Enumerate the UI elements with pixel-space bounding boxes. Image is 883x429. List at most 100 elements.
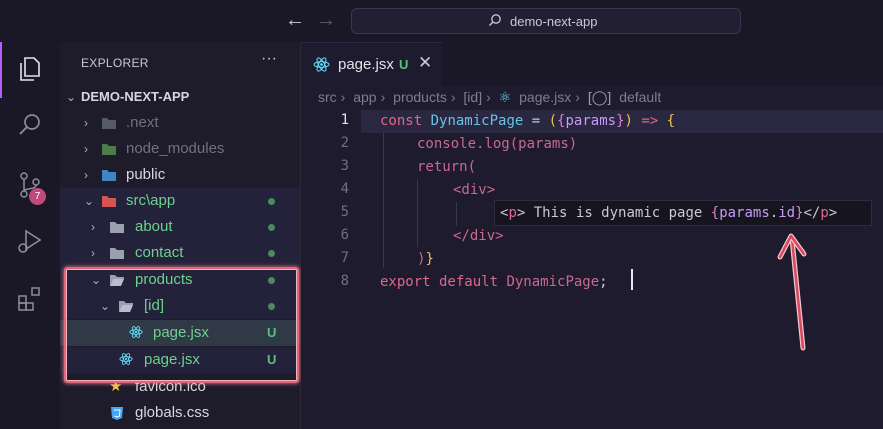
forward-arrow-icon[interactable]: → [316, 9, 336, 32]
search-icon[interactable] [15, 110, 45, 140]
code-token: (params) [509, 136, 578, 152]
chevron-down-icon: ⌄ [84, 194, 95, 208]
code-token: p [820, 205, 829, 221]
code-token: return [417, 159, 468, 175]
tree-item-next[interactable]: › .next [60, 110, 300, 136]
tree-item-src-app[interactable]: ⌄ src\app [60, 188, 300, 214]
breadcrumb-item[interactable]: app [353, 89, 376, 105]
css-file-icon [111, 407, 123, 420]
code-token: This is dynamic page [525, 205, 711, 221]
tree-item-globals-css[interactable]: globals.css [60, 400, 300, 426]
code-token: DynamicPage [498, 274, 600, 290]
code-token: export default [380, 274, 499, 290]
code-token: } [616, 113, 625, 129]
breadcrumb-item[interactable]: default [619, 89, 661, 105]
breadcrumb-separator: › [575, 89, 580, 105]
run-debug-icon[interactable] [15, 226, 45, 256]
tab-page-jsx[interactable]: page.jsx U ✕ [301, 42, 442, 87]
code-token: p [508, 205, 517, 221]
command-center-search[interactable]: demo-next-app [351, 8, 741, 34]
code-token: = [523, 113, 549, 129]
tree-item-about[interactable]: › about [60, 214, 300, 240]
breadcrumb-separator: › [380, 89, 386, 105]
breadcrumb-separator: › [486, 89, 491, 105]
code-token: params [719, 205, 770, 221]
extensions-icon[interactable] [15, 284, 45, 314]
breadcrumb-separator: › [450, 89, 456, 105]
code-line-8[interactable]: export default DynamicPage; [380, 271, 608, 294]
line-number: 8 [340, 273, 349, 289]
code-token: . [769, 205, 779, 221]
editor-area: page.jsx U ✕ src › app › products › [id] › ⚛… [301, 42, 883, 429]
code-line-7[interactable]: )} [417, 248, 434, 271]
code-token: ) [624, 113, 633, 129]
code-token: </ [803, 205, 821, 221]
code-line-5[interactable]: <p> This is dynamic page {params.id}</p> [500, 202, 837, 225]
activity-bar: 7 [0, 42, 60, 429]
code-line-6[interactable]: </div> [453, 225, 504, 248]
folder-icon [102, 118, 116, 129]
chevron-right-icon: › [84, 116, 88, 130]
code-token: { [666, 113, 676, 129]
code-token: } [425, 251, 434, 267]
line-number: 2 [340, 135, 349, 151]
folder-icon [110, 222, 124, 233]
tree-item-label: globals.css [135, 404, 210, 421]
tree-item-contact[interactable]: › contact [60, 240, 300, 266]
code-token: } [795, 205, 804, 221]
code-token: <div> [453, 182, 496, 198]
line-number: 7 [340, 250, 349, 266]
code-token: id [778, 205, 796, 221]
untracked-badge: U [399, 57, 409, 72]
code-token: const [380, 113, 423, 129]
code-line-1[interactable]: const DynamicPage = ({params}) => { [380, 110, 675, 133]
line-number: 4 [340, 181, 349, 197]
code-line-4[interactable]: <div> [453, 179, 495, 202]
code-token: ; [599, 274, 608, 290]
code-line-3[interactable]: return( [417, 156, 476, 179]
tree-item-label: src\app [126, 192, 176, 209]
code-line-2[interactable]: console.log(params) [417, 133, 577, 156]
more-actions-icon[interactable]: ··· [261, 50, 277, 68]
line-number: 1 [340, 112, 349, 128]
breadcrumb-item[interactable]: src [318, 89, 337, 105]
modified-dot [268, 198, 275, 205]
chevron-right-icon: › [91, 246, 95, 260]
root-folder-label: DEMO-NEXT-APP [81, 89, 190, 104]
react-icon [313, 57, 330, 72]
breadcrumb: src › app › products › [id] › ⚛ page.jsx › [◯… [318, 89, 665, 106]
line-number: 3 [340, 158, 349, 174]
tab-bar: page.jsx U ✕ [301, 42, 883, 87]
title-bar: ← → demo-next-app [0, 0, 883, 42]
indent-guide [383, 133, 384, 268]
folder-public-icon [102, 170, 116, 181]
tree-item-label: public [126, 166, 166, 183]
search-icon [489, 14, 501, 26]
tree-item-node-modules[interactable]: › node_modules [60, 136, 300, 162]
chevron-down-icon: ⌄ [66, 90, 77, 104]
back-arrow-icon[interactable]: ← [285, 9, 305, 32]
code-token: </div> [453, 228, 504, 244]
code-token: > [828, 205, 838, 221]
chevron-right-icon: › [91, 220, 95, 234]
code-token: console [417, 136, 477, 152]
folder-icon [110, 248, 124, 259]
chevron-right-icon: › [84, 168, 88, 182]
tab-label: page.jsx [338, 56, 394, 73]
tree-item-public[interactable]: › public [60, 162, 300, 188]
tree-item-label: contact [135, 244, 184, 261]
tree-root[interactable]: ⌄ DEMO-NEXT-APP [60, 84, 300, 110]
code-token: { [710, 205, 720, 221]
explorer-files-icon[interactable] [15, 54, 45, 84]
annotation-highlight-box [64, 267, 299, 383]
close-icon[interactable]: ✕ [418, 53, 432, 73]
indent-guide [456, 202, 457, 226]
active-indicator [0, 42, 2, 98]
scm-badge: 7 [29, 188, 46, 205]
modified-dot [268, 250, 275, 257]
modified-dot [268, 224, 275, 231]
breadcrumb-item[interactable]: products [393, 89, 447, 105]
breadcrumb-item[interactable]: [id] [463, 89, 482, 105]
code-token: ( [467, 159, 477, 175]
breadcrumb-item[interactable]: page.jsx [519, 89, 571, 105]
